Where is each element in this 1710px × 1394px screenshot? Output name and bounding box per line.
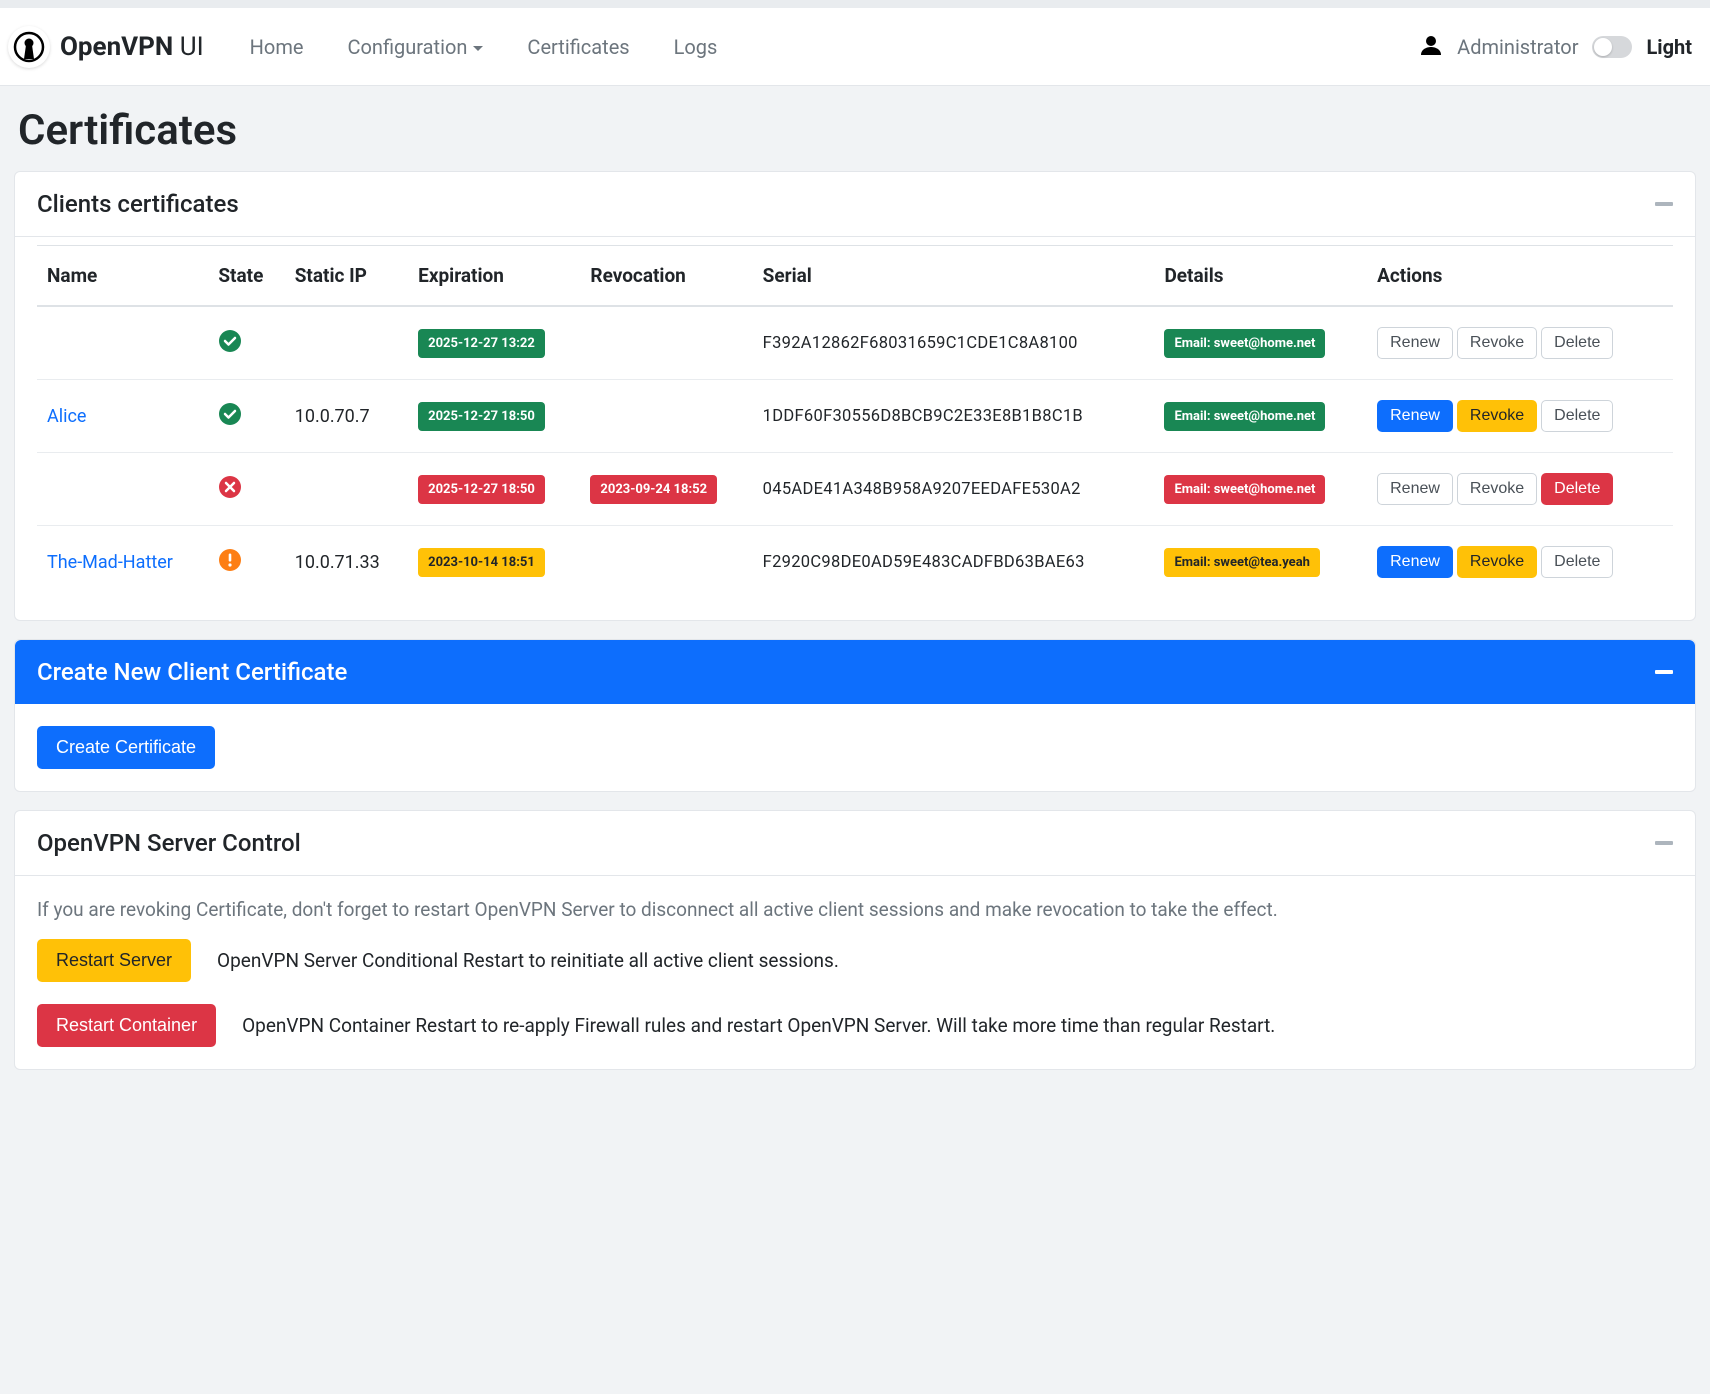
create-certificate-button[interactable]: Create Certificate xyxy=(37,726,215,769)
col-revocation: Revocation xyxy=(580,246,752,307)
exclamation-circle-icon xyxy=(218,548,242,572)
clients-table: NameStateStatic IPExpirationRevocationSe… xyxy=(37,245,1673,598)
navbar: OpenVPN UI Home Configuration Certificat… xyxy=(0,8,1710,86)
table-row: Alice 10.0.70.7 2025-12-27 18:50 1DDF60F305… xyxy=(37,380,1673,453)
static-ip xyxy=(285,453,408,526)
nav-logs[interactable]: Logs xyxy=(652,25,740,69)
revoke-button[interactable]: Revoke xyxy=(1457,400,1537,432)
revoke-button[interactable]: Revoke xyxy=(1457,546,1537,578)
revoke-button[interactable]: Revoke xyxy=(1457,473,1537,505)
nav-configuration[interactable]: Configuration xyxy=(325,25,505,69)
revocation-badge: 2023-09-24 18:52 xyxy=(590,475,717,504)
table-row: The-Mad-Hatter 10.0.71.33 2023-10-14 18:51… xyxy=(37,526,1673,599)
col-name: Name xyxy=(37,246,208,307)
renew-button[interactable]: Renew xyxy=(1377,473,1453,505)
static-ip: 10.0.71.33 xyxy=(285,526,408,599)
restart-server-desc: OpenVPN Server Conditional Restart to re… xyxy=(217,949,839,972)
serial: 1DDF60F30556D8BCB9C2E33E8B1B8C1B xyxy=(753,380,1155,453)
revoke-button[interactable]: Revoke xyxy=(1457,327,1537,359)
renew-button[interactable]: Renew xyxy=(1377,546,1453,578)
restart-container-desc: OpenVPN Container Restart to re-apply Fi… xyxy=(242,1014,1275,1037)
minus-icon[interactable] xyxy=(1655,841,1673,845)
clients-card: Clients certificates NameStateStatic IPE… xyxy=(14,171,1696,621)
theme-toggle[interactable] xyxy=(1592,36,1632,58)
details-badge: Email: sweet@home.net xyxy=(1164,475,1325,504)
col-state: State xyxy=(208,246,284,307)
x-circle-icon xyxy=(218,475,242,499)
control-card-header: OpenVPN Server Control xyxy=(15,811,1695,876)
restart-server-button[interactable]: Restart Server xyxy=(37,939,191,982)
details-badge: Email: sweet@home.net xyxy=(1164,329,1325,358)
clients-card-title: Clients certificates xyxy=(37,190,239,218)
expiration-badge: 2025-12-27 13:22 xyxy=(418,329,545,358)
static-ip xyxy=(285,306,408,380)
expiration-badge: 2025-12-27 18:50 xyxy=(418,402,545,431)
brand[interactable]: OpenVPN UI xyxy=(8,26,228,68)
delete-button[interactable]: Delete xyxy=(1541,546,1613,578)
user-icon[interactable] xyxy=(1419,33,1443,61)
create-card-header: Create New Client Certificate xyxy=(15,640,1695,704)
page-title: Certificates xyxy=(18,106,1696,155)
col-static-ip: Static IP xyxy=(285,246,408,307)
delete-button[interactable]: Delete xyxy=(1541,473,1613,505)
details-badge: Email: sweet@tea.yeah xyxy=(1164,548,1320,577)
serial: F2920C98DE0AD59E483CADFBD63BAE63 xyxy=(753,526,1155,599)
brand-text: OpenVPN UI xyxy=(60,32,204,62)
serial: 045ADE41A348B958A9207EEDAFE530A2 xyxy=(753,453,1155,526)
delete-button[interactable]: Delete xyxy=(1541,327,1613,359)
col-serial: Serial xyxy=(753,246,1155,307)
table-row: 2025-12-27 13:22 F392A12862F68031659C1CDE… xyxy=(37,306,1673,380)
theme-label: Light xyxy=(1646,35,1692,59)
serial: F392A12862F68031659C1CDE1C8A8100 xyxy=(753,306,1155,380)
static-ip: 10.0.70.7 xyxy=(285,380,408,453)
col-expiration: Expiration xyxy=(408,246,580,307)
check-circle-icon xyxy=(218,329,242,353)
restart-container-button[interactable]: Restart Container xyxy=(37,1004,216,1047)
check-circle-icon xyxy=(218,402,242,426)
control-card-title: OpenVPN Server Control xyxy=(37,829,301,857)
expiration-badge: 2025-12-27 18:50 xyxy=(418,475,545,504)
openvpn-logo-icon xyxy=(8,26,50,68)
minus-icon[interactable] xyxy=(1655,670,1673,674)
clients-card-header: Clients certificates xyxy=(15,172,1695,237)
expiration-badge: 2023-10-14 18:51 xyxy=(418,548,545,577)
create-card-title: Create New Client Certificate xyxy=(37,658,347,686)
client-name[interactable]: The-Mad-Hatter xyxy=(47,552,173,573)
col-details: Details xyxy=(1154,246,1367,307)
minus-icon[interactable] xyxy=(1655,202,1673,206)
user-name[interactable]: Administrator xyxy=(1457,35,1578,59)
control-note: If you are revoking Certificate, don't f… xyxy=(37,898,1673,921)
renew-button[interactable]: Renew xyxy=(1377,327,1453,359)
table-row: 2025-12-27 18:50 2023-09-24 18:52 045ADE41… xyxy=(37,453,1673,526)
renew-button[interactable]: Renew xyxy=(1377,400,1453,432)
client-name[interactable]: Alice xyxy=(47,406,86,427)
create-card: Create New Client Certificate Create Cer… xyxy=(14,639,1696,792)
details-badge: Email: sweet@home.net xyxy=(1164,402,1325,431)
nav-home[interactable]: Home xyxy=(228,25,326,69)
nav-certificates[interactable]: Certificates xyxy=(505,25,651,69)
delete-button[interactable]: Delete xyxy=(1541,400,1613,432)
control-card: OpenVPN Server Control If you are revoki… xyxy=(14,810,1696,1070)
col-actions: Actions xyxy=(1367,246,1673,307)
